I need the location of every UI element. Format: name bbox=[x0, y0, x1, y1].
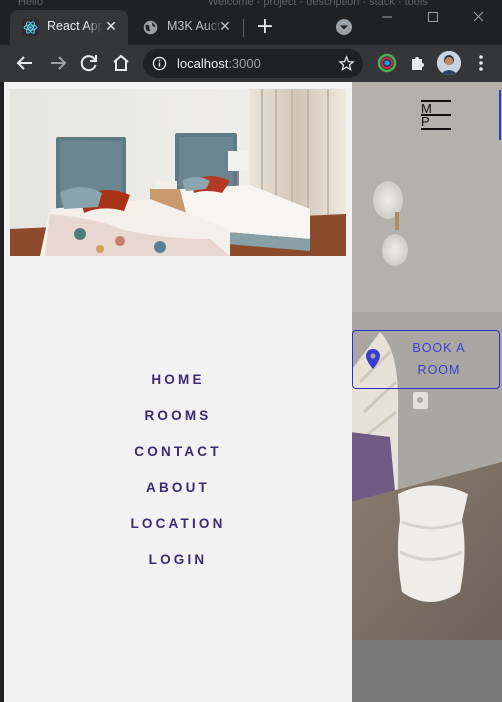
tab-separator bbox=[243, 19, 244, 37]
page-gray-band bbox=[350, 640, 502, 702]
nav-link-contact[interactable]: CONTACT bbox=[4, 441, 352, 477]
tab-react-app[interactable]: React App ✕ bbox=[10, 10, 128, 45]
tab-m3k-auct[interactable]: M3K Auct ✕ bbox=[130, 10, 242, 45]
url-host: localhost bbox=[177, 56, 229, 71]
minimize-icon[interactable] bbox=[376, 8, 398, 26]
tab-search-icon[interactable] bbox=[333, 16, 355, 38]
url-text[interactable]: localhost:3000 bbox=[177, 56, 261, 71]
book-room-label: BOOK A ROOM bbox=[399, 337, 479, 381]
react-icon bbox=[22, 19, 39, 36]
reload-icon[interactable] bbox=[76, 50, 102, 76]
nav-link-about[interactable]: ABOUT bbox=[4, 477, 352, 513]
side-drawer: HOME ROOMS CONTACT ABOUT LOCATION LOGIN bbox=[4, 82, 352, 702]
nav-link-rooms[interactable]: ROOMS bbox=[4, 405, 352, 441]
address-bar[interactable]: localhost:3000 bbox=[143, 49, 363, 78]
globe-icon bbox=[143, 20, 158, 35]
url-port: :3000 bbox=[228, 56, 261, 71]
browser-toolbar: localhost:3000 bbox=[0, 45, 502, 82]
book-room-line1: BOOK A bbox=[412, 341, 466, 355]
extension-circle-icon[interactable] bbox=[374, 50, 400, 76]
header-accent-edge bbox=[499, 90, 501, 140]
extensions-puzzle-icon[interactable] bbox=[404, 50, 430, 76]
browser-tab-strip: Hello Welcome · project · description · … bbox=[0, 0, 502, 45]
menu-letter: P bbox=[421, 114, 430, 129]
browser-menu-icon[interactable] bbox=[468, 50, 494, 76]
nav-link-login[interactable]: LOGIN bbox=[4, 549, 352, 585]
nav-link-home[interactable]: HOME bbox=[4, 369, 352, 405]
drawer-navigation: HOME ROOMS CONTACT ABOUT LOCATION LOGIN bbox=[4, 369, 352, 585]
profile-avatar[interactable] bbox=[437, 51, 461, 75]
menu-toggle-button[interactable]: M P bbox=[421, 100, 451, 130]
user-photo-icon bbox=[437, 51, 461, 75]
location-pin-icon bbox=[366, 349, 380, 369]
book-room-line2: ROOM bbox=[417, 363, 461, 377]
bookmark-star-icon[interactable] bbox=[338, 55, 355, 72]
close-window-icon[interactable] bbox=[468, 8, 490, 26]
background-window-text: Welcome · project · description · stack … bbox=[208, 0, 428, 8]
tab-title: React App bbox=[47, 19, 103, 33]
site-info-icon[interactable] bbox=[152, 56, 167, 71]
nav-link-location[interactable]: LOCATION bbox=[4, 513, 352, 549]
new-tab-button[interactable]: + bbox=[252, 14, 278, 40]
home-icon[interactable] bbox=[108, 50, 134, 76]
close-tab-icon[interactable]: ✕ bbox=[216, 18, 234, 36]
drawer-room-image bbox=[10, 89, 346, 256]
web-page: M P BOOK A ROOM HOME ROOMS CONTACT ABOUT… bbox=[0, 82, 502, 702]
forward-arrow-icon[interactable] bbox=[45, 50, 71, 76]
background-window-text: Hello bbox=[18, 0, 44, 8]
maximize-icon[interactable] bbox=[422, 8, 444, 26]
tab-title: M3K Auct bbox=[167, 19, 223, 33]
book-room-button[interactable]: BOOK A ROOM bbox=[352, 330, 500, 389]
close-tab-icon[interactable]: ✕ bbox=[102, 18, 120, 36]
back-arrow-icon[interactable] bbox=[12, 50, 38, 76]
menu-bar bbox=[421, 128, 451, 130]
two-beds-photo bbox=[10, 89, 346, 256]
